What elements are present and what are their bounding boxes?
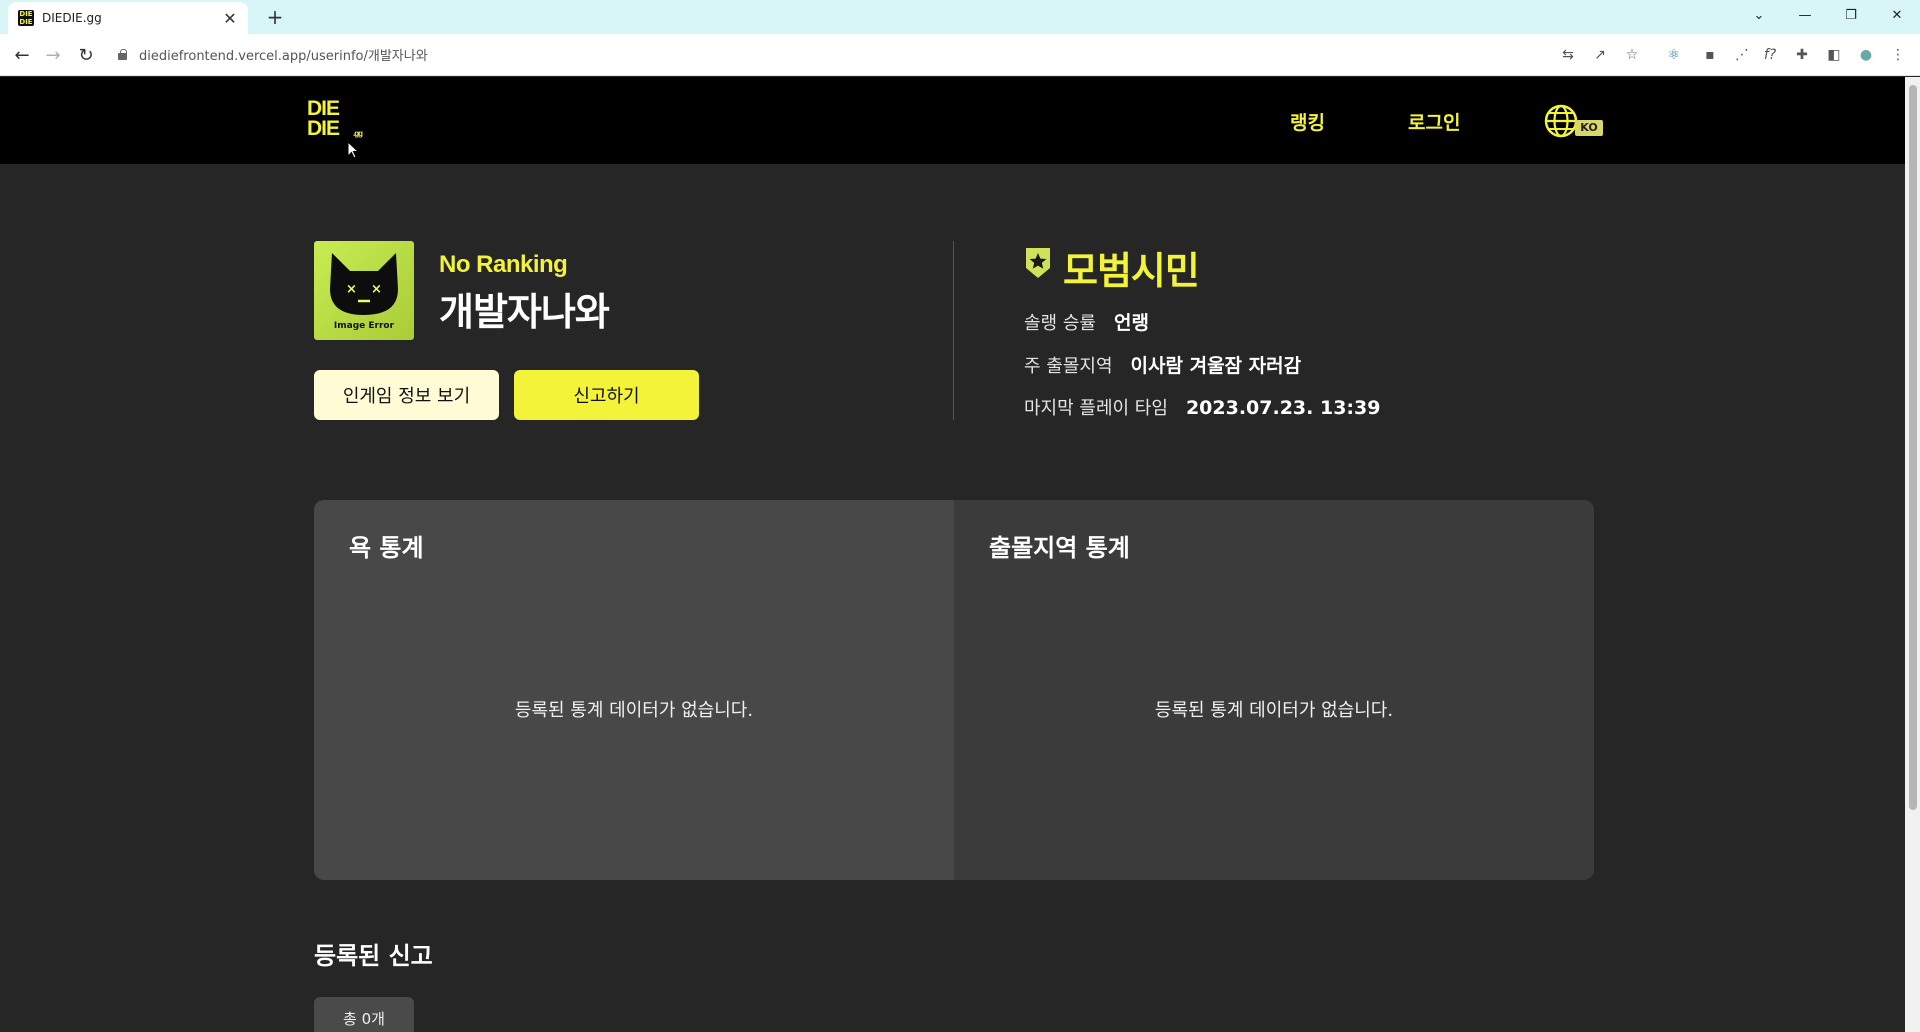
- nav-ranking-link[interactable]: 랭킹: [1290, 108, 1325, 135]
- info-row-solo-winrate: 솔랭 승률 언랭: [1024, 308, 1149, 335]
- address-bar[interactable]: diediefrontend.vercel.app/userinfo/개발자나와: [118, 45, 428, 64]
- profanity-stats-panel: 욕 통계 등록된 통계 데이터가 없습니다.: [314, 500, 954, 880]
- profile-divider: [953, 241, 954, 420]
- profanity-stats-title: 욕 통계: [349, 534, 424, 562]
- page-scrollbar[interactable]: [1905, 77, 1920, 1032]
- ingame-info-button[interactable]: 인게임 정보 보기: [314, 370, 499, 420]
- font-extension-icon[interactable]: f?: [1760, 45, 1780, 65]
- url-text: diediefrontend.vercel.app/userinfo/개발자나와: [139, 49, 428, 64]
- share-icon[interactable]: ↗: [1590, 45, 1610, 65]
- avatar-caption: Image Error: [333, 321, 395, 331]
- info-row-last-played: 마지막 플레이 타임 2023.07.23. 13:39: [1024, 394, 1380, 420]
- region-stats-title: 출몰지역 통계: [989, 534, 1130, 562]
- info-value: 언랭: [1113, 312, 1149, 334]
- site-favicon-icon: DIE DIE: [18, 10, 34, 26]
- shield-star-icon: [1026, 248, 1050, 278]
- browser-tab[interactable]: DIE DIE DIEDIE.gg ✕: [8, 2, 248, 34]
- browser-tabstrip: DIE DIE DIEDIE.gg ✕ + ⌄ — ❐ ✕: [0, 0, 1920, 34]
- svg-text:×: ×: [371, 282, 382, 297]
- bookmark-star-icon[interactable]: ☆: [1622, 45, 1642, 65]
- nav-login-link[interactable]: 로그인: [1408, 108, 1460, 135]
- lock-icon: [118, 49, 127, 60]
- language-badge[interactable]: KO: [1575, 120, 1603, 136]
- minimize-button[interactable]: —: [1782, 0, 1828, 30]
- extension-dots-icon[interactable]: ⋰: [1732, 45, 1752, 65]
- globe-language-icon[interactable]: [1544, 104, 1578, 138]
- mouse-cursor-icon: [347, 141, 359, 159]
- ranking-status: No Ranking: [439, 251, 568, 278]
- forward-arrow-icon[interactable]: →: [41, 43, 65, 67]
- restore-button[interactable]: ❐: [1828, 0, 1874, 30]
- reports-title: 등록된 신고: [314, 942, 433, 970]
- tab-search-chevron-icon[interactable]: ⌄: [1736, 0, 1782, 30]
- region-stats-empty: 등록된 통계 데이터가 없습니다.: [1154, 700, 1394, 721]
- profile-avatar: × × Image Error: [314, 241, 414, 340]
- reports-count-tab[interactable]: 총 0개: [314, 997, 414, 1032]
- tab-title: DIEDIE.gg: [42, 11, 102, 25]
- browser-toolbar: ← → ↻ diediefrontend.vercel.app/userinfo…: [0, 34, 1920, 76]
- side-panel-icon[interactable]: ◧: [1824, 45, 1844, 65]
- region-stats-panel: 출몰지역 통계 등록된 통계 데이터가 없습니다.: [954, 500, 1594, 880]
- info-row-main-region: 주 출몰지역 이사람 겨울잠 자러감: [1024, 351, 1301, 378]
- translate-icon[interactable]: ⇆: [1558, 45, 1578, 65]
- tab-close-icon[interactable]: ✕: [222, 9, 238, 28]
- puzzle-extensions-icon[interactable]: ✚: [1792, 45, 1812, 65]
- scrollbar-thumb[interactable]: [1909, 85, 1917, 810]
- citizen-grade: 모범시민: [1063, 249, 1200, 293]
- info-label: 마지막 플레이 타임: [1024, 398, 1168, 419]
- back-arrow-icon[interactable]: ←: [10, 43, 34, 67]
- cat-face-icon: × ×: [330, 253, 398, 315]
- extension-icon[interactable]: ▪: [1700, 45, 1720, 65]
- username-title: 개발자나와: [439, 290, 610, 334]
- report-button[interactable]: 신고하기: [514, 370, 699, 420]
- browser-menu-icon[interactable]: ⋮: [1888, 45, 1908, 65]
- info-value: 이사람 겨울잠 자러감: [1130, 355, 1302, 377]
- profile-avatar-icon[interactable]: ●: [1856, 45, 1876, 65]
- statistics-section: 욕 통계 등록된 통계 데이터가 없습니다. 출몰지역 통계 등록된 통계 데이…: [314, 500, 1594, 880]
- info-value: 2023.07.23. 13:39: [1185, 397, 1381, 419]
- site-logo[interactable]: DIE DIE .gg: [307, 98, 363, 139]
- info-label: 주 출몰지역: [1024, 356, 1113, 377]
- reload-icon[interactable]: ↻: [74, 43, 98, 67]
- svg-text:×: ×: [346, 282, 357, 297]
- close-window-button[interactable]: ✕: [1874, 0, 1920, 30]
- info-label: 솔랭 승률: [1024, 313, 1096, 334]
- site-header: DIE DIE .gg 랭킹 로그인 KO: [0, 77, 1905, 164]
- react-devtools-icon[interactable]: ⚛: [1664, 45, 1684, 65]
- profanity-stats-empty: 등록된 통계 데이터가 없습니다.: [514, 700, 754, 721]
- new-tab-button[interactable]: +: [262, 4, 288, 30]
